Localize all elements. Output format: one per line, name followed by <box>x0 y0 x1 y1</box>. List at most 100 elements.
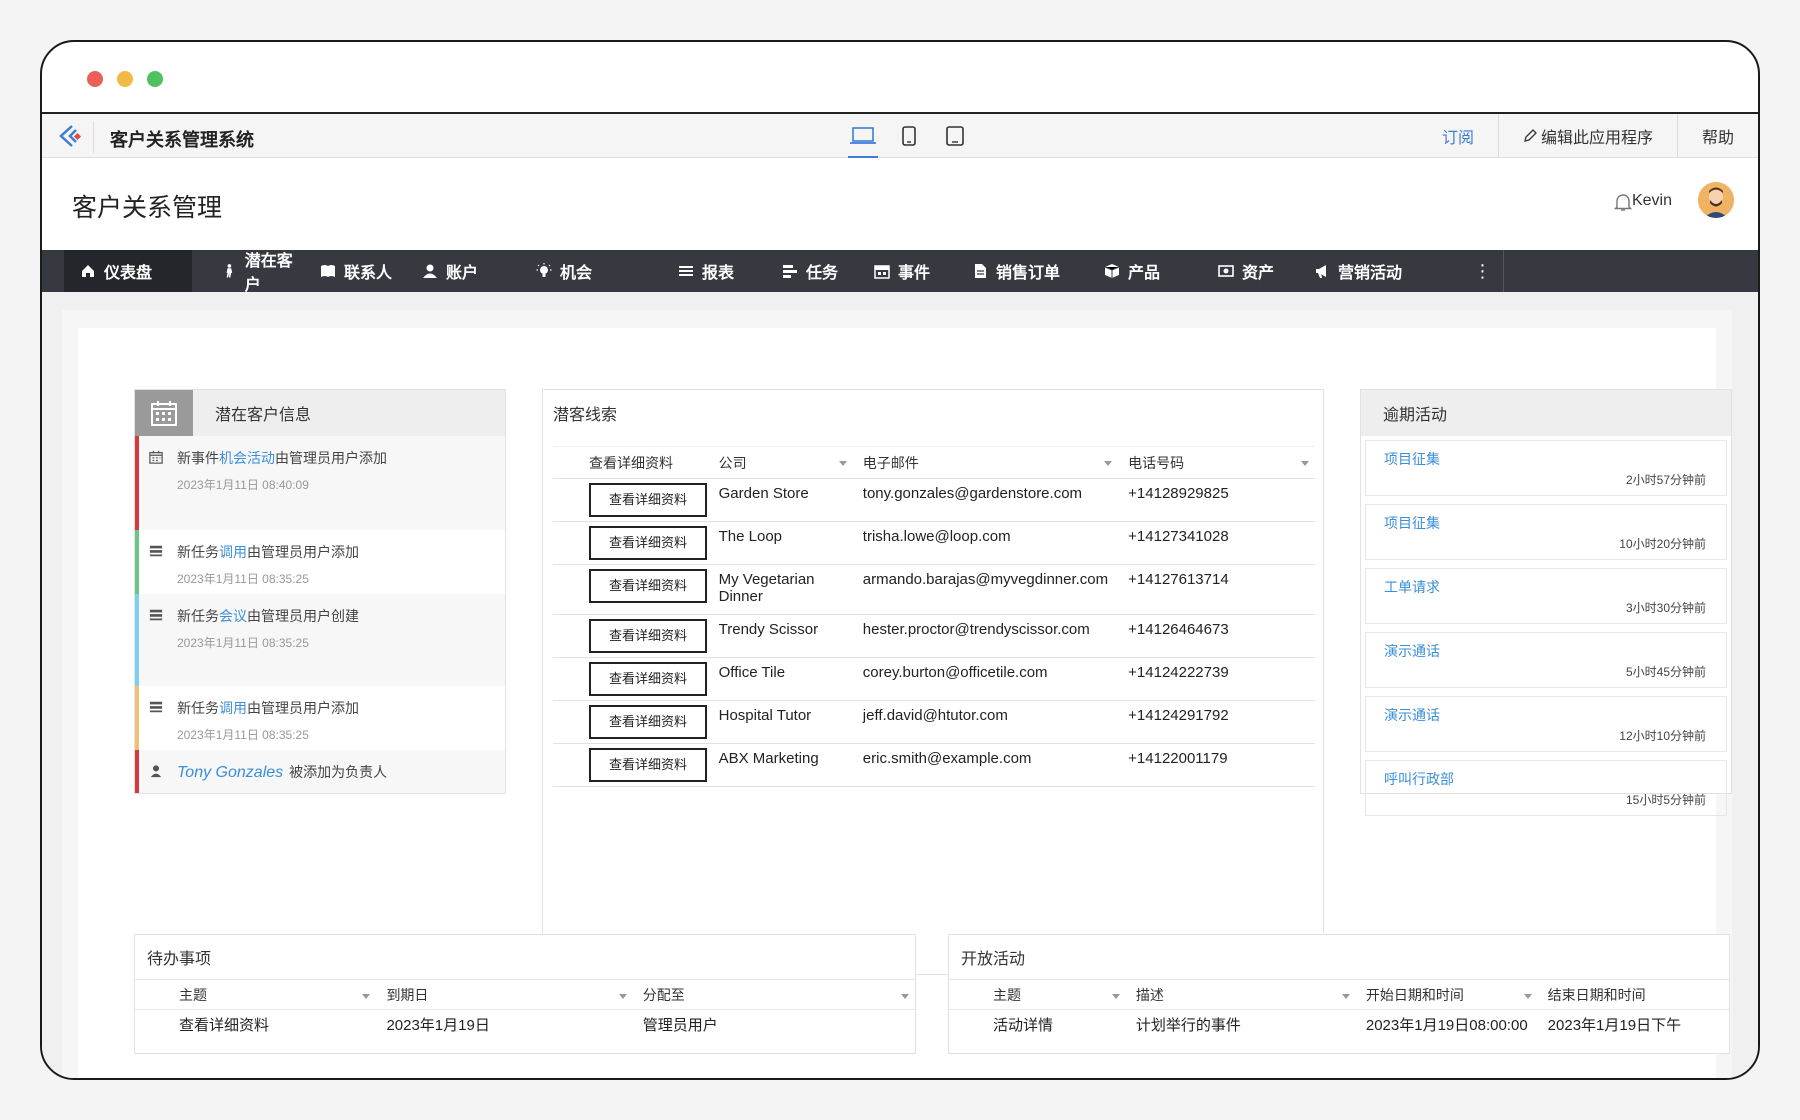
activity-time: 12小时10分钟前 <box>1619 729 1706 743</box>
bell-icon[interactable] <box>1613 192 1633 217</box>
event-link[interactable]: 会议 <box>219 608 247 624</box>
sort-caret-icon[interactable] <box>1341 994 1350 999</box>
help-button[interactable]: 帮助 <box>1676 114 1758 158</box>
home-icon <box>82 265 94 277</box>
event-link[interactable]: 机会活动 <box>219 450 275 466</box>
edit-app-button[interactable]: 编辑此应用程序 <box>1497 114 1677 158</box>
activity-link[interactable]: 项目征集 <box>1384 513 1440 533</box>
column-header[interactable]: 主题 <box>949 979 1126 1010</box>
column-header[interactable]: 描述 <box>1125 979 1356 1010</box>
avatar[interactable] <box>1698 182 1734 218</box>
event-link[interactable]: 调用 <box>219 700 247 716</box>
nav-item-0[interactable]: 仪表盘 <box>64 250 192 292</box>
list-item[interactable]: Tony Gonzales 被添加为负责人 2023年1月11日 08:31:57 <box>135 750 505 793</box>
list-item[interactable]: 新任务调用由管理员用户添加 2023年1月11日 08:35:25 <box>135 530 505 594</box>
sort-caret-icon[interactable] <box>1523 994 1532 999</box>
user-name[interactable]: Kevin <box>1632 192 1672 210</box>
nav-item-6[interactable]: 任务 <box>766 250 858 292</box>
panel-title: 待办事项 <box>147 951 212 968</box>
view-details-button[interactable]: 查看详细资料 <box>589 748 707 782</box>
nav-item-9[interactable]: 产品 <box>1088 250 1200 292</box>
end-cell: 2023年1月19日下午 <box>1547 1017 1682 1034</box>
view-details-button[interactable]: 查看详细资料 <box>589 569 707 603</box>
column-header[interactable]: 结束日期和时间 <box>1537 979 1729 1010</box>
activity-link[interactable]: 演示通话 <box>1384 705 1440 725</box>
desc-cell: 计划举行的事件 <box>1135 1017 1241 1034</box>
column-header[interactable]: 电话号码 <box>1118 446 1315 479</box>
list-item[interactable]: 新任务调用由管理员用户添加 2023年1月11日 08:35:25 <box>135 686 505 750</box>
table-row[interactable]: 活动详情 计划举行的事件 2023年1月19日08:00:00 2023年1月19日下… <box>949 1010 1729 1040</box>
sort-caret-icon[interactable] <box>1104 461 1113 466</box>
app-name: 客户关系管理系统 <box>110 130 254 150</box>
sort-caret-icon[interactable] <box>901 994 909 999</box>
nav-item-1[interactable]: 潜在客户 <box>206 250 304 294</box>
list-item[interactable]: 项目征集 2小时57分钟前 <box>1365 440 1727 496</box>
table-row[interactable]: 查看详细资料 2023年1月19日 管理员用户 <box>135 1010 915 1040</box>
sort-caret-icon[interactable] <box>618 994 627 999</box>
book-icon <box>321 265 335 277</box>
nav-item-label: 事件 <box>898 265 931 282</box>
column-header[interactable]: 到期日 <box>376 979 633 1010</box>
nav-item-10[interactable]: 资产 <box>1202 250 1296 292</box>
event-link[interactable]: 调用 <box>219 544 247 560</box>
list-item[interactable]: 演示通话 5小时45分钟前 <box>1365 632 1727 688</box>
nav-item-8[interactable]: 销售订单 <box>956 250 1086 292</box>
column-header[interactable]: 查看详细资料 <box>553 446 709 479</box>
laptop-icon <box>850 127 876 144</box>
sort-caret-icon[interactable] <box>838 461 847 466</box>
view-details-button[interactable]: 查看详细资料 <box>589 619 707 653</box>
subscribe-button[interactable]: 订阅 <box>1418 114 1498 158</box>
sort-caret-icon[interactable] <box>1111 994 1120 999</box>
nav-item-4[interactable]: 机会 <box>520 250 660 292</box>
nav-item-label: 产品 <box>1128 265 1161 282</box>
event-prefix: 新任务 <box>177 608 219 624</box>
more-menu-icon[interactable]: ⋮ <box>1462 250 1504 292</box>
activity-link[interactable]: 项目征集 <box>1384 449 1440 469</box>
column-header-label: 电子邮件 <box>862 454 919 471</box>
column-header-label: 结束日期和时间 <box>1547 986 1646 1003</box>
tablet-view-button[interactable] <box>932 114 978 158</box>
column-header[interactable]: 主题 <box>135 979 377 1010</box>
view-details-button[interactable]: 查看详细资料 <box>589 705 707 739</box>
list-item[interactable]: 呼叫行政部 15小时5分钟前 <box>1365 760 1727 816</box>
close-window-button[interactable] <box>87 71 103 87</box>
open-activities-panel: 开放活动 主题 描述 开始日期和时间 结束日期和时间 活动详情 计划举行的事件 2023年… <box>948 934 1730 1054</box>
maximize-window-button[interactable] <box>147 71 163 87</box>
column-header[interactable]: 公司 <box>708 446 853 479</box>
minimize-window-button[interactable] <box>117 71 133 87</box>
activity-link[interactable]: 工单请求 <box>1384 577 1440 597</box>
person-link[interactable]: Tony Gonzales <box>177 764 283 781</box>
phone-view-button[interactable] <box>886 114 932 158</box>
activity-link[interactable]: 呼叫行政部 <box>1384 769 1454 789</box>
list-item[interactable]: 演示通话 12小时10分钟前 <box>1365 696 1727 752</box>
calendar-icon <box>149 450 163 464</box>
column-header-label: 描述 <box>1135 986 1164 1003</box>
view-details-button[interactable]: 查看详细资料 <box>589 483 707 517</box>
nav-item-5[interactable]: 报表 <box>662 250 764 292</box>
nav-item-label: 机会 <box>560 265 593 282</box>
list-item[interactable]: 新任务会议由管理员用户创建 2023年1月11日 08:35:25 <box>135 594 505 686</box>
nav-item-7[interactable]: 事件 <box>858 250 954 292</box>
nav-item-2[interactable]: 联系人 <box>304 250 404 292</box>
email-cell: eric.smith@example.com <box>852 743 1119 787</box>
activity-link[interactable]: 演示通话 <box>1384 641 1440 661</box>
app-logo-icon[interactable] <box>54 121 94 153</box>
nav-item-11[interactable]: 营销活动 <box>1298 250 1448 292</box>
event-text: 新任务会议由管理员用户创建 <box>177 606 495 626</box>
todo-table: 主题 到期日 分配至 查看详细资料 2023年1月19日 管理员用户 <box>135 979 915 1039</box>
due-cell: 2023年1月19日 <box>386 1017 490 1034</box>
nav-item-3[interactable]: 账户 <box>406 250 518 292</box>
column-header[interactable]: 电子邮件 <box>852 446 1119 479</box>
view-details-button[interactable]: 查看详细资料 <box>589 526 707 560</box>
event-suffix: 由管理员用户创建 <box>247 608 359 624</box>
laptop-view-button[interactable] <box>840 114 886 158</box>
panel-title: 潜客线索 <box>553 407 618 424</box>
list-item[interactable]: 项目征集 10小时20分钟前 <box>1365 504 1727 560</box>
view-details-button[interactable]: 查看详细资料 <box>589 662 707 696</box>
list-item[interactable]: 新事件机会活动由管理员用户添加 2023年1月11日 08:40:09 <box>135 436 505 530</box>
list-item[interactable]: 工单请求 3小时30分钟前 <box>1365 568 1727 624</box>
sort-caret-icon[interactable] <box>362 994 371 999</box>
sort-caret-icon[interactable] <box>1301 461 1309 466</box>
column-header[interactable]: 分配至 <box>632 979 915 1010</box>
column-header[interactable]: 开始日期和时间 <box>1355 979 1538 1010</box>
